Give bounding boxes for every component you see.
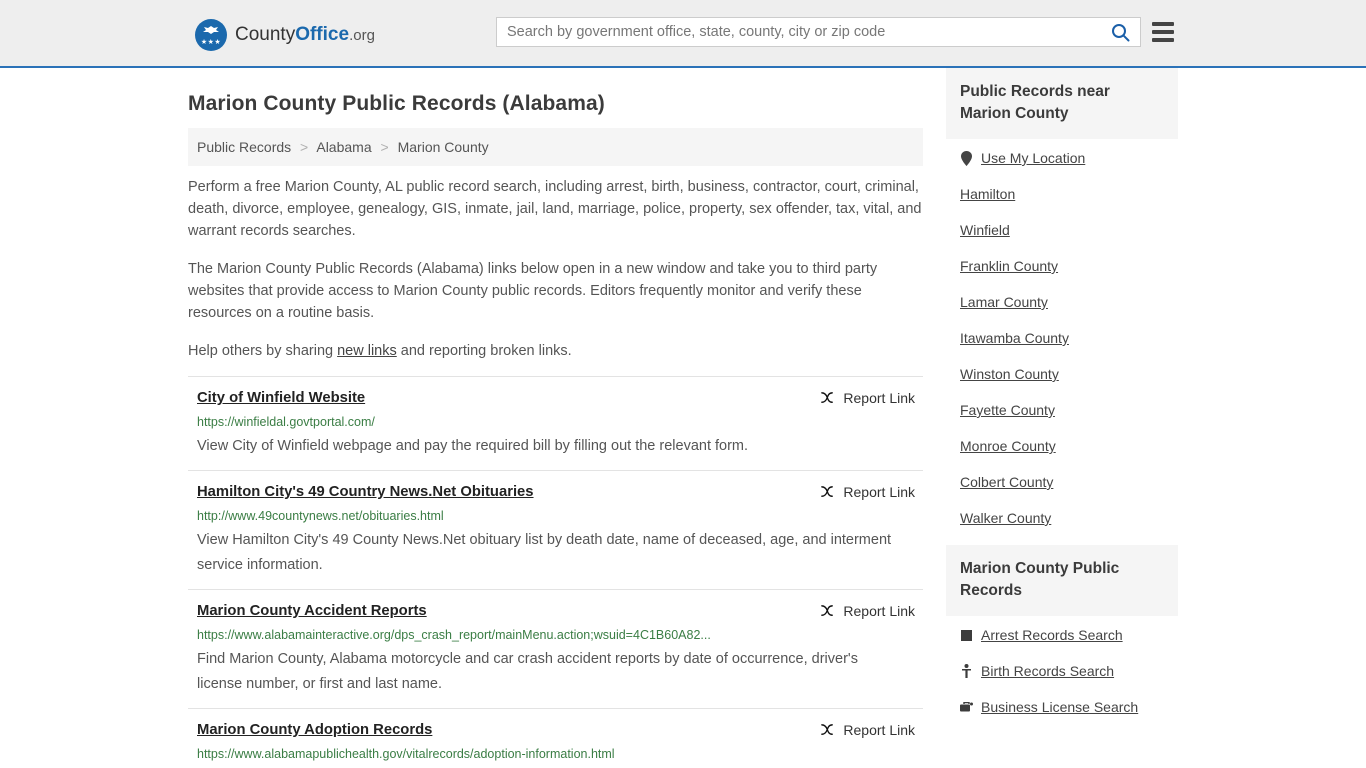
report-link-label: Report Link: [843, 722, 915, 738]
breadcrumb: Public Records > Alabama > Marion County: [188, 128, 923, 166]
breadcrumb-item-alabama[interactable]: Alabama: [316, 139, 371, 155]
page-title: Marion County Public Records (Alabama): [188, 92, 605, 115]
record-link-description: View Hamilton City's 49 County News.Net …: [197, 532, 892, 573]
search-bar[interactable]: [496, 17, 1141, 47]
records-link-list: City of Winfield Website Report Link htt…: [188, 376, 923, 768]
intro-paragraph-3: Help others by sharing new links and rep…: [188, 340, 923, 362]
sidebar-item-monroe-county[interactable]: Monroe County: [960, 437, 1178, 455]
sidebar-link-label[interactable]: Arrest Records Search: [981, 626, 1123, 644]
sidebar-link-label[interactable]: Franklin County: [960, 257, 1058, 275]
page-body: Marion County Public Records (Alabama) P…: [0, 68, 1366, 768]
record-link-description: View City of Winfield webpage and pay th…: [197, 438, 749, 454]
report-link-label: Report Link: [843, 603, 915, 619]
record-link-url: https://www.alabamainteractive.org/dps_c…: [197, 628, 711, 642]
logo-text-county: County: [235, 24, 296, 45]
square-icon: [960, 627, 973, 643]
breadcrumb-item-public-records[interactable]: Public Records: [197, 139, 291, 155]
sidebar-link-label[interactable]: Hamilton: [960, 185, 1015, 203]
hamburger-menu-icon[interactable]: [1152, 20, 1174, 44]
sidebar-records-box: Marion County Public Records Arrest Reco…: [946, 545, 1178, 716]
hamburger-bar: [1152, 38, 1174, 42]
site-logo-text: CountyOffice.org: [235, 25, 375, 45]
sidebar-link-label[interactable]: Winfield: [960, 221, 1010, 239]
site-logo[interactable]: ★★★ CountyOffice.org: [195, 19, 375, 51]
sidebar-link-label[interactable]: Fayette County: [960, 401, 1055, 419]
countyoffice-emblem-icon: ★★★: [195, 19, 227, 51]
broken-link-icon: [821, 391, 834, 403]
sidebar-link-label[interactable]: Business License Search: [981, 698, 1138, 716]
search-icon: [1111, 23, 1129, 41]
sidebar-link-label[interactable]: Itawamba County: [960, 329, 1069, 347]
logo-text-org: .org: [349, 27, 375, 44]
sidebar-item-fayette-county[interactable]: Fayette County: [960, 401, 1178, 419]
report-link-button[interactable]: Report Link: [820, 602, 923, 620]
site-header: ★★★ CountyOffice.org: [0, 0, 1366, 68]
baby-icon: [960, 663, 973, 679]
sidebar-nearby-box: Public Records near Marion County Use My…: [946, 68, 1178, 527]
record-link-entry: Marion County Accident Reports Report Li…: [188, 589, 923, 708]
broken-link-icon: [821, 723, 834, 735]
sidebar-item-colbert-county[interactable]: Colbert County: [960, 473, 1178, 491]
sidebar-item-winfield[interactable]: Winfield: [960, 221, 1178, 239]
new-links-link[interactable]: new links: [337, 343, 397, 359]
hamburger-bar: [1152, 30, 1174, 34]
report-link-button[interactable]: Report Link: [820, 483, 923, 501]
sidebar-records-title: Marion County Public Records: [946, 545, 1178, 616]
hamburger-bar: [1152, 22, 1174, 26]
record-link-url: https://winfieldal.govtportal.com/: [197, 415, 375, 429]
logo-text-office: Office: [295, 24, 350, 45]
main-content: Marion County Public Records (Alabama) P…: [188, 68, 923, 768]
record-link-title[interactable]: Hamilton City's 49 Country News.Net Obit…: [197, 483, 546, 502]
search-input[interactable]: [497, 18, 1100, 46]
record-link-entry: City of Winfield Website Report Link htt…: [188, 376, 923, 470]
map-pin-icon: [960, 150, 973, 166]
sidebar-link-label[interactable]: Colbert County: [960, 473, 1053, 491]
intro-paragraph-2: The Marion County Public Records (Alabam…: [188, 261, 878, 321]
record-link-url: https://www.alabamapublichealth.gov/vita…: [197, 747, 615, 761]
share-text-before: Help others by sharing: [188, 343, 338, 359]
sidebar-item-birth-records-search[interactable]: Birth Records Search: [960, 662, 1178, 680]
breadcrumb-separator: >: [380, 139, 389, 155]
report-link-button[interactable]: Report Link: [820, 721, 923, 739]
sidebar-nearby-title: Public Records near Marion County: [946, 68, 1178, 139]
report-link-label: Report Link: [843, 390, 915, 406]
sidebar-item-winston-county[interactable]: Winston County: [960, 365, 1178, 383]
search-button[interactable]: [1100, 18, 1140, 46]
sidebar-item-business-license-search[interactable]: Business License Search: [960, 698, 1178, 716]
record-link-entry: Hamilton City's 49 Country News.Net Obit…: [188, 470, 923, 589]
sidebar-item-hamilton[interactable]: Hamilton: [960, 185, 1178, 203]
briefcase-icon: [960, 699, 973, 715]
intro-text: Perform a free Marion County, AL public …: [188, 176, 923, 362]
sidebar-link-label[interactable]: Walker County: [960, 509, 1051, 527]
sidebar: Public Records near Marion County Use My…: [946, 68, 1178, 734]
record-link-description: Find Marion County, Alabama motorcycle a…: [197, 651, 858, 692]
sidebar-link-label[interactable]: Monroe County: [960, 437, 1056, 455]
report-link-label: Report Link: [843, 484, 915, 500]
record-link-url: http://www.49countynews.net/obituaries.h…: [197, 509, 444, 523]
record-link-title[interactable]: City of Winfield Website: [197, 389, 377, 408]
broken-link-icon: [821, 604, 834, 616]
sidebar-item-use-my-location[interactable]: Use My Location: [960, 149, 1178, 167]
record-link-title[interactable]: Marion County Accident Reports: [197, 602, 439, 621]
breadcrumb-item-marion-county: Marion County: [397, 139, 489, 155]
sidebar-link-label[interactable]: Lamar County: [960, 293, 1048, 311]
intro-paragraph-1: Perform a free Marion County, AL public …: [188, 179, 922, 239]
sidebar-item-itawamba-county[interactable]: Itawamba County: [960, 329, 1178, 347]
record-link-entry: Marion County Adoption Records Report Li…: [188, 708, 923, 768]
report-link-button[interactable]: Report Link: [820, 389, 923, 407]
share-text-after: and reporting broken links.: [396, 343, 572, 359]
broken-link-icon: [821, 485, 834, 497]
sidebar-link-label[interactable]: Birth Records Search: [981, 662, 1114, 680]
breadcrumb-separator: >: [300, 139, 309, 155]
emblem-stars-icon: ★★★: [200, 39, 222, 46]
sidebar-item-lamar-county[interactable]: Lamar County: [960, 293, 1178, 311]
sidebar-item-franklin-county[interactable]: Franklin County: [960, 257, 1178, 275]
sidebar-item-walker-county[interactable]: Walker County: [960, 509, 1178, 527]
sidebar-link-label[interactable]: Use My Location: [981, 149, 1085, 167]
sidebar-item-arrest-records-search[interactable]: Arrest Records Search: [960, 626, 1178, 644]
record-link-title[interactable]: Marion County Adoption Records: [197, 721, 444, 740]
sidebar-link-label[interactable]: Winston County: [960, 365, 1059, 383]
